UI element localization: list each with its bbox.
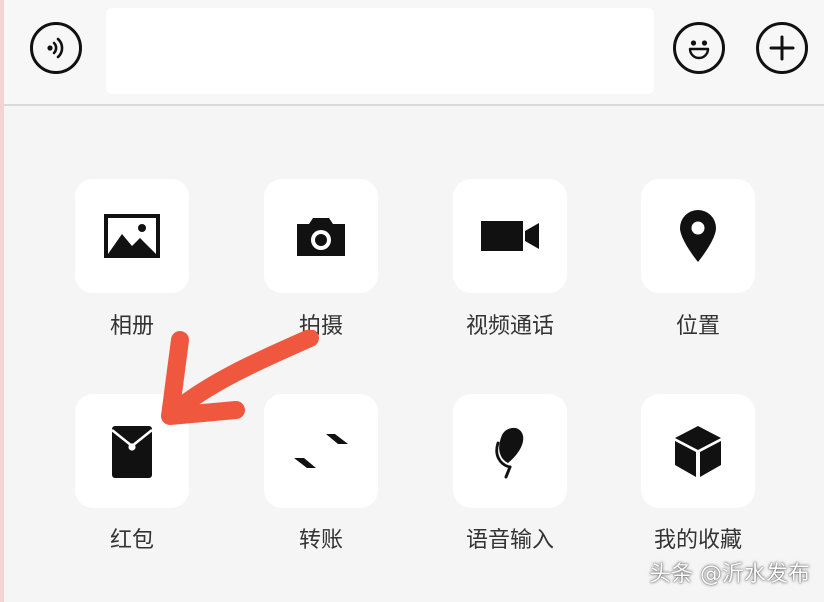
photo-album-icon — [104, 214, 160, 258]
video-call-tile[interactable] — [453, 179, 567, 293]
location-pin-icon — [680, 210, 716, 262]
microphone-icon — [495, 427, 524, 479]
voice-input-label: 语音输入 — [465, 528, 554, 553]
favorites-cube-icon — [675, 426, 721, 477]
emoji-icon — [688, 40, 710, 60]
voice-input-tile[interactable] — [453, 394, 567, 508]
location-label: 位置 — [675, 314, 720, 339]
red-packet-label: 红包 — [109, 528, 154, 553]
plus-icon — [769, 35, 795, 61]
more-functions-panel: 相册 拍摄 视频通话 位置 红包 转账 语音输入 我的收藏 — [0, 104, 824, 602]
transfer-label: 转账 — [298, 528, 343, 553]
favorites-tile[interactable] — [641, 394, 755, 508]
watermark: 头条 @沂水发布 — [649, 562, 810, 587]
favorites-label: 我的收藏 — [653, 528, 742, 553]
voice-input-button[interactable] — [30, 22, 82, 74]
video-call-icon — [481, 221, 539, 251]
more-functions-button[interactable] — [756, 22, 808, 74]
album-tile[interactable] — [75, 179, 189, 293]
voice-icon — [47, 37, 64, 59]
chat-input-bar — [4, 0, 824, 106]
message-input[interactable] — [106, 8, 654, 94]
video-call-label: 视频通话 — [465, 314, 554, 339]
annotation-arrow — [161, 330, 319, 425]
camera-icon — [297, 218, 345, 256]
red-packet-icon — [111, 426, 153, 478]
camera-tile[interactable] — [264, 179, 378, 293]
emoji-button[interactable] — [673, 22, 725, 74]
transfer-icon — [294, 434, 348, 468]
location-tile[interactable] — [641, 179, 755, 293]
